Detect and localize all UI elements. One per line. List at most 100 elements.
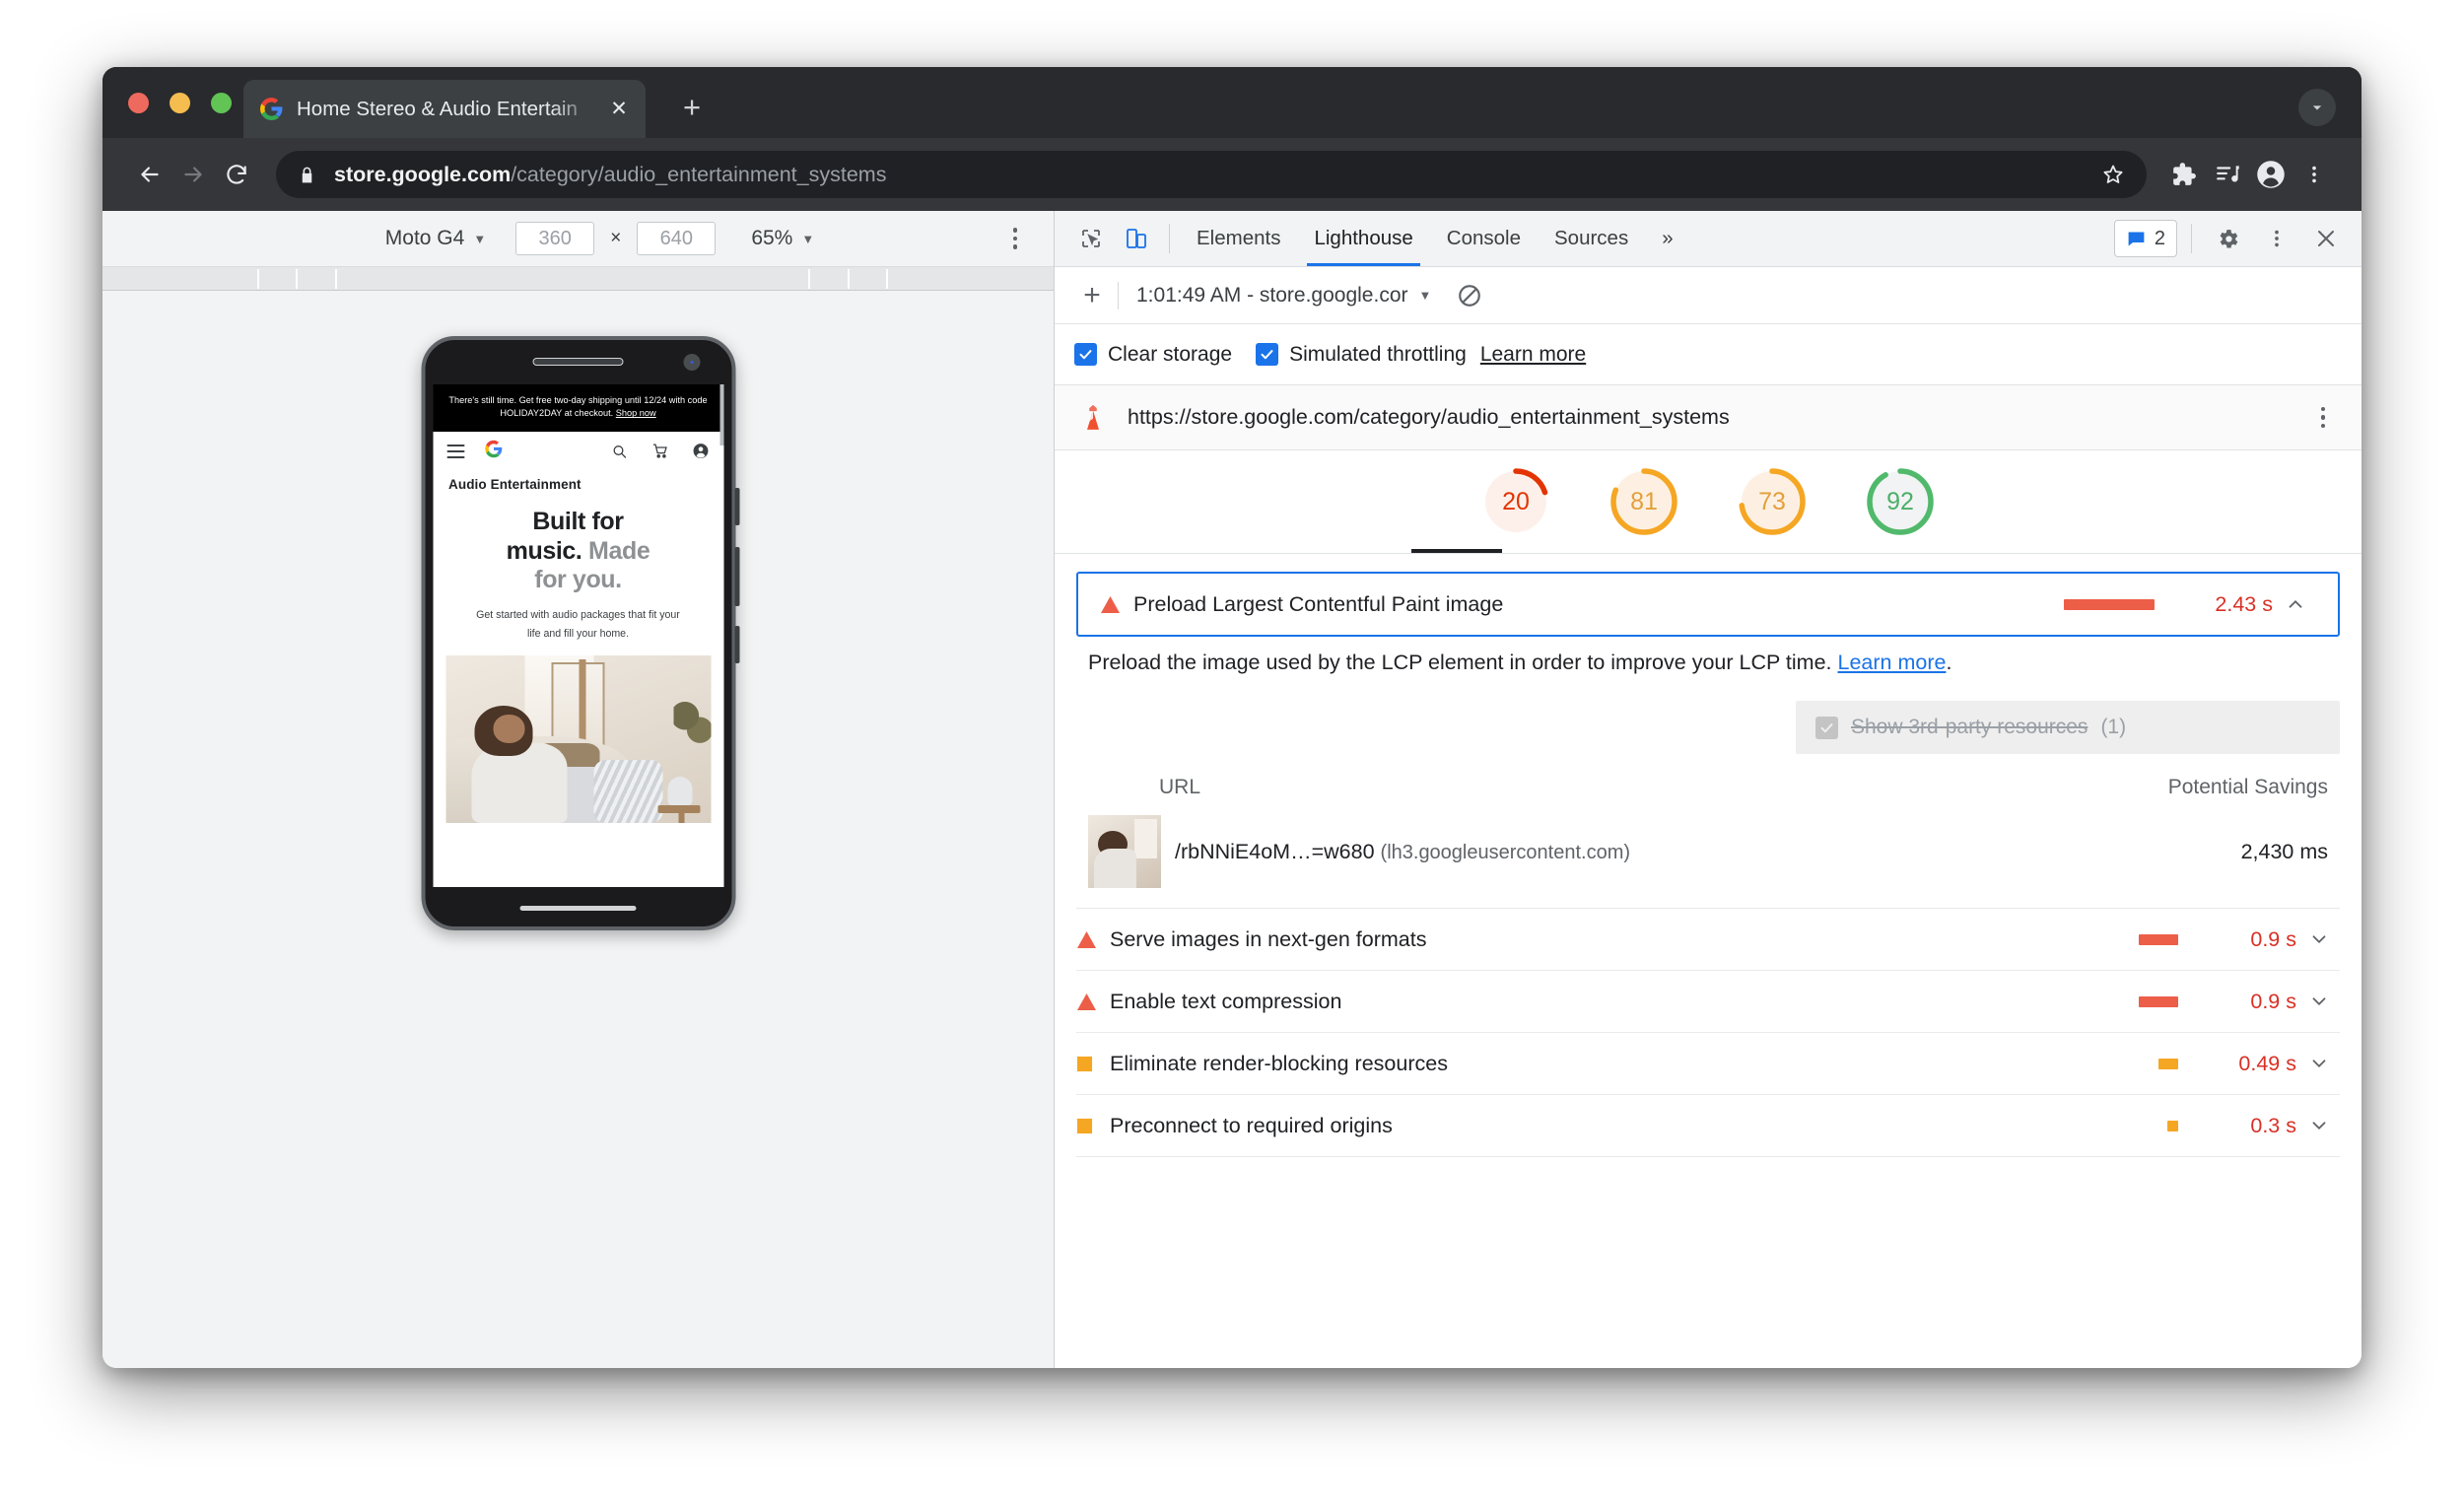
window-controls[interactable] [128,93,232,113]
show-third-party-resources-toggle[interactable]: Show 3rd-party resources (1) [1796,701,2340,754]
audit-header[interactable]: Preload Largest Contentful Paint image 2… [1078,574,2338,635]
clear-storage-checkbox[interactable]: Clear storage [1074,343,1232,367]
simulated-throttling-checkbox[interactable]: Simulated throttling [1256,343,1467,367]
google-logo-icon[interactable] [484,440,503,462]
cart-icon[interactable] [650,442,669,460]
account-icon[interactable] [691,442,710,460]
chevron-down-icon[interactable] [2296,991,2342,1012]
promo-shop-now-link[interactable]: Shop now [616,408,656,418]
resource-table-header: URL Potential Savings [1076,776,2340,799]
phone-side-button [734,488,739,525]
reload-icon[interactable] [215,153,258,196]
chevron-down-icon[interactable] [2296,1115,2342,1136]
settings-gear-icon[interactable] [2206,217,2249,260]
close-tab-button[interactable]: ✕ [606,97,632,122]
red-triangle-warning-icon [1100,595,1133,614]
chrome-menu-icon[interactable] [2293,153,2336,196]
extensions-puzzle-icon[interactable] [2162,153,2206,196]
new-lighthouse-run-button[interactable]: + [1074,279,1110,312]
maximize-window-button[interactable] [211,93,232,113]
promo-text: There's still time. Get free two-day shi… [448,395,708,419]
audit-eliminate-render-blocking[interactable]: Eliminate render-blocking resources 0.49… [1055,1033,2361,1094]
media-playlist-icon[interactable] [2206,153,2249,196]
lighthouse-report-menu-icon[interactable] [2306,406,2340,429]
score-gauge-accessibility[interactable]: 81 [1607,464,1681,539]
orange-square-warning-icon [1076,1118,1110,1134]
score-gauge-performance[interactable]: 20 [1478,464,1553,539]
chevron-down-icon[interactable] [2296,928,2342,950]
browser-window: Home Stereo & Audio Entertain ✕ + store.… [103,67,2361,1368]
address-bar-url: store.google.com/category/audio_entertai… [334,163,886,187]
audit-learn-more-link[interactable]: Learn more [1837,651,1946,674]
message-count-badge[interactable]: 2 [2113,220,2177,257]
chevron-up-icon[interactable] [2273,593,2318,615]
device-zoom-select[interactable]: 65% ▼ [751,227,814,250]
emulated-page[interactable]: There's still time. Get free two-day shi… [433,384,723,887]
close-window-button[interactable] [128,93,149,113]
checkbox-checked-icon [1074,343,1097,366]
score-value: 92 [1886,487,1914,515]
lighthouse-icon [1076,403,1110,433]
checkbox-checked-icon [1256,343,1279,366]
score-value: 20 [1502,487,1530,515]
resource-thumbnail [1088,815,1161,888]
table-row: /rbNNiE4oM…=w680 (lh3.googleusercontent.… [1076,799,2340,908]
score-gauge-seo[interactable]: 92 [1863,464,1938,539]
resource-url[interactable]: /rbNNiE4oM…=w680 (lh3.googleusercontent.… [1175,840,2072,864]
third-party-label: Show 3rd-party resources [1851,716,2088,738]
device-viewport[interactable]: There's still time. Get free two-day shi… [103,291,1054,1368]
device-toolbar-icon[interactable] [1114,211,1159,266]
audit-value: 0.9 s [2250,989,2296,1013]
browser-toolbar: store.google.com/category/audio_entertai… [103,138,2361,211]
device-options-menu-icon[interactable] [998,222,1032,255]
clear-storage-label: Clear storage [1108,342,1233,366]
tab-console[interactable]: Console [1430,211,1538,266]
hamburger-menu-icon[interactable] [446,444,464,458]
devtools-menu-icon[interactable] [2255,217,2298,260]
device-height-input[interactable]: 640 [637,222,717,255]
search-icon[interactable] [610,442,629,460]
audit-serve-images-next-gen[interactable]: Serve images in next-gen formats 0.9 s [1055,909,2361,970]
audit-title: Preload Largest Contentful Paint image [1133,591,1504,616]
chevron-down-icon[interactable] [2296,1053,2342,1074]
browser-tab[interactable]: Home Stereo & Audio Entertain ✕ [243,80,646,138]
bookmark-star-icon[interactable] [2093,163,2133,186]
chevron-down-icon: ▼ [801,231,815,246]
message-count: 2 [2154,227,2165,249]
score-value: 81 [1630,487,1658,515]
phone-camera [683,354,700,371]
lighthouse-run-selector[interactable]: 1:01:49 AM - store.google.cor ▼ [1136,284,1431,308]
tab-sources[interactable]: Sources [1538,211,1645,266]
learn-more-link[interactable]: Learn more [1480,343,1586,367]
tab-elements[interactable]: Elements [1180,211,1297,266]
device-emulation-toolbar: Moto G4 ▼ 360 × 640 65% ▼ [103,211,1054,267]
hero-line-2a: music. [506,536,582,565]
no-entry-icon[interactable] [1457,283,1482,308]
audit-description: Preload the image used by the LCP elemen… [1076,637,2340,675]
device-width-input[interactable]: 360 [515,222,595,255]
tab-list-button[interactable] [2298,89,2336,126]
lighthouse-run-value: 1:01:49 AM - store.google.cor [1136,283,1408,307]
page-scrollbar[interactable] [719,384,723,445]
tab-more-button[interactable]: » [1645,211,1689,266]
device-select[interactable]: Moto G4 ▼ [385,227,486,250]
tab-lighthouse[interactable]: Lighthouse [1297,211,1429,266]
audit-enable-text-compression[interactable]: Enable text compression 0.9 s [1055,971,2361,1032]
address-bar[interactable]: store.google.com/category/audio_entertai… [276,151,2147,198]
audit-expanded-preload-lcp[interactable]: Preload Largest Contentful Paint image 2… [1076,572,2340,637]
device-ruler [103,267,1054,291]
minimize-window-button[interactable] [170,93,190,113]
new-tab-button[interactable]: + [674,91,710,126]
google-g-icon [259,97,284,121]
back-arrow-icon[interactable] [128,153,171,196]
lighthouse-audits-list: Preload Largest Contentful Paint image 2… [1055,554,2361,1368]
devtools-pane: Elements Lighthouse Console Sources » 2 [1055,211,2361,1368]
close-icon[interactable] [2304,217,2348,260]
third-party-count: (1) [2100,716,2127,738]
score-gauge-best-practices[interactable]: 73 [1735,464,1810,539]
lighthouse-score-gauges: 20 81 73 92 [1055,450,2361,554]
forward-arrow-icon[interactable] [171,153,215,196]
profile-avatar-icon[interactable] [2249,153,2293,196]
audit-preconnect-origins[interactable]: Preconnect to required origins 0.3 s [1055,1095,2361,1156]
inspect-element-icon[interactable] [1068,211,1114,266]
